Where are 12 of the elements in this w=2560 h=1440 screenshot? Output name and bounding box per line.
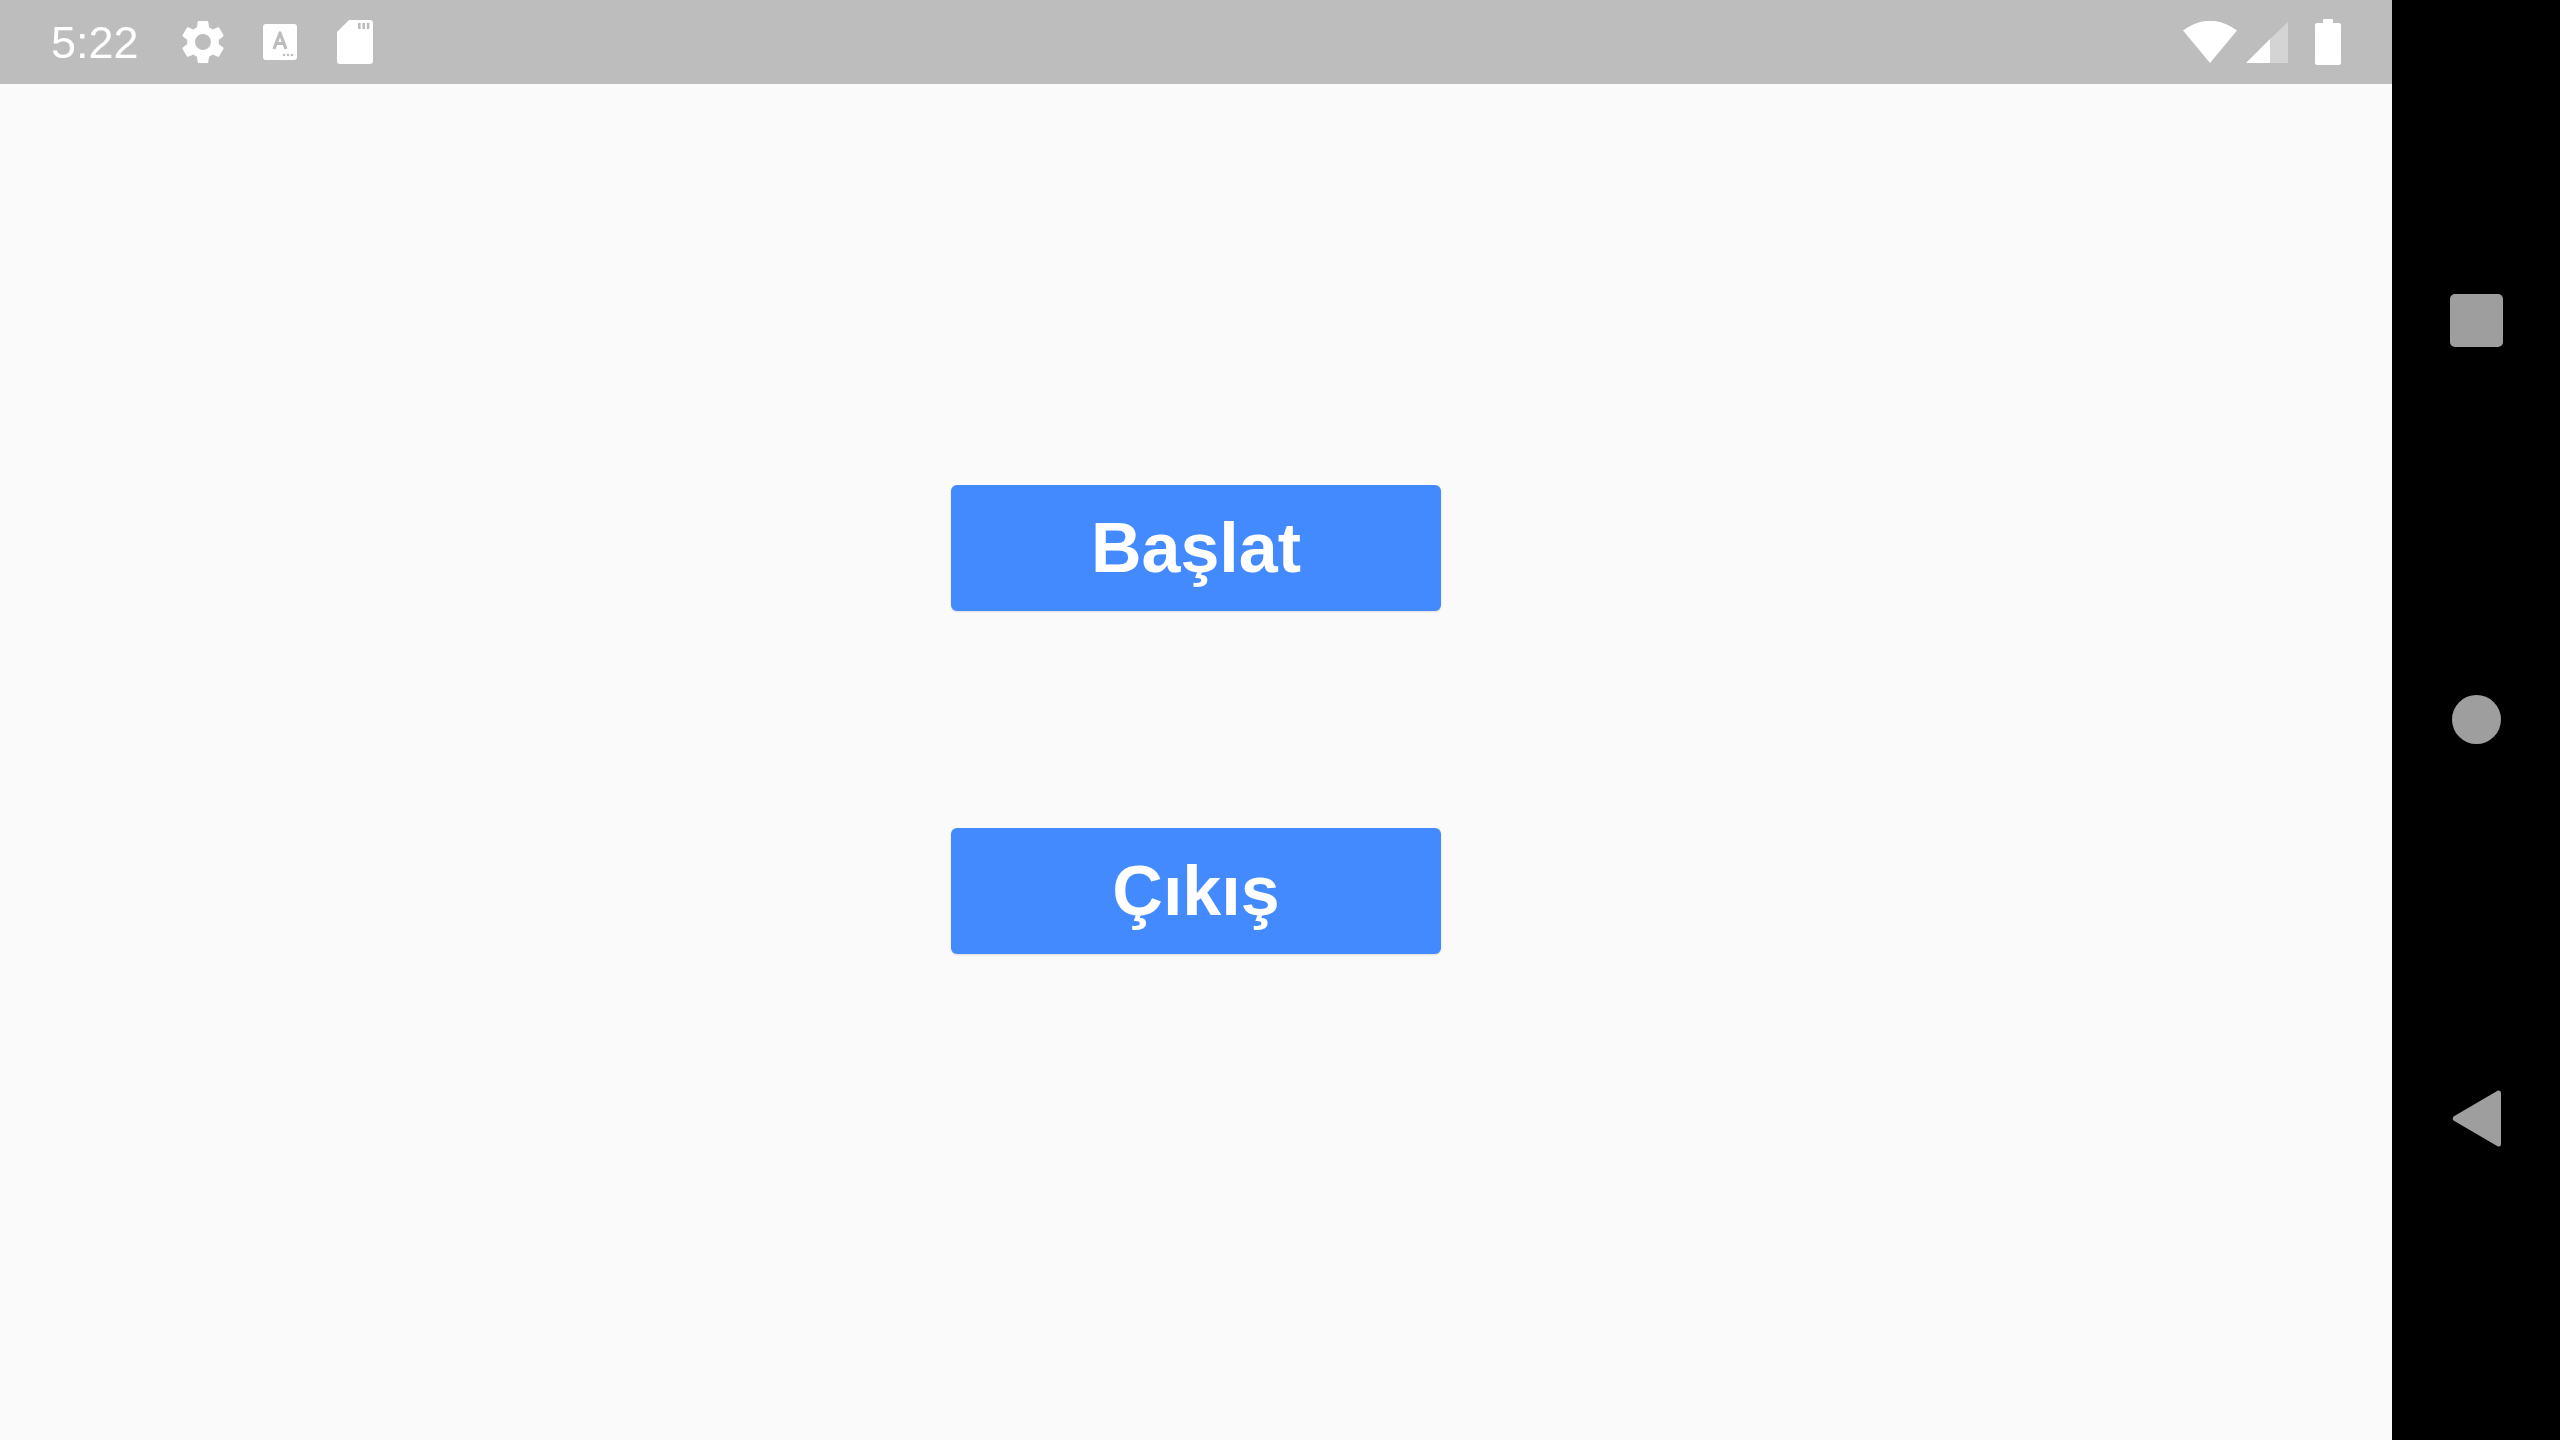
action-button[interactable]: Başlat bbox=[951, 485, 1441, 611]
action-button[interactable]: Çıkış bbox=[951, 828, 1441, 954]
status-time: 5:22 bbox=[51, 19, 139, 65]
battery-icon bbox=[2315, 19, 2341, 65]
square-icon[interactable] bbox=[2449, 294, 2503, 347]
left-triangle-icon[interactable] bbox=[2451, 1090, 2501, 1147]
letter-a-tile-icon bbox=[262, 24, 297, 60]
cell-signal-icon bbox=[2246, 21, 2288, 63]
circle-icon[interactable] bbox=[2451, 695, 2501, 744]
settings-icon bbox=[180, 20, 225, 64]
sd-card-icon bbox=[336, 20, 373, 64]
wifi-icon bbox=[2183, 21, 2237, 63]
